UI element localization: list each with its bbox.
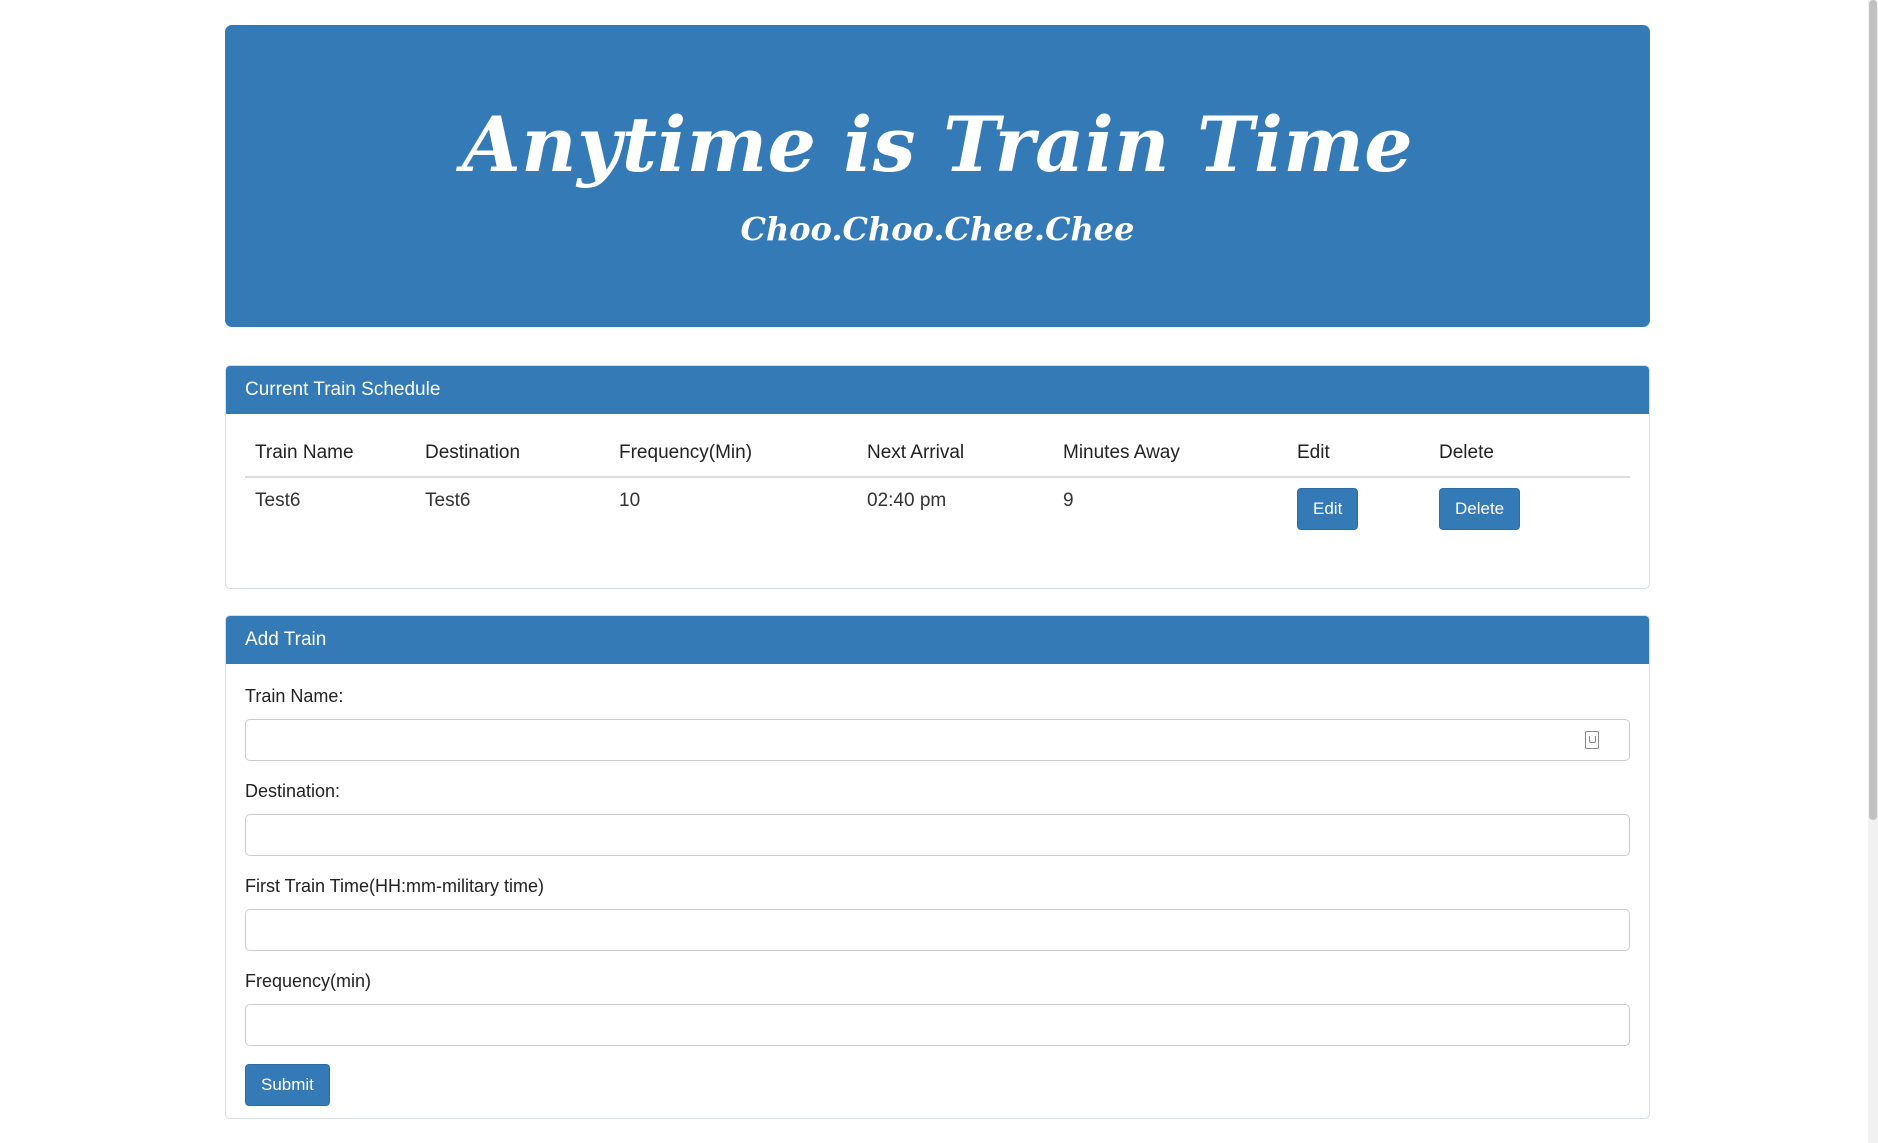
form-group-destination: Destination: bbox=[245, 781, 1630, 856]
schedule-panel-body: Train Name Destination Frequency(Min) Ne… bbox=[226, 430, 1649, 554]
submit-row: Submit bbox=[245, 1064, 1630, 1106]
frequency-label: Frequency(min) bbox=[245, 971, 372, 991]
page: Anytime is Train Time Choo.Choo.Chee.Che… bbox=[0, 0, 1878, 1143]
cell-frequency: 10 bbox=[619, 490, 641, 511]
train-name-input[interactable] bbox=[245, 719, 1630, 761]
scrollbar-thumb[interactable] bbox=[1869, 0, 1877, 820]
schedule-panel-title: Current Train Schedule bbox=[226, 366, 1649, 414]
page-title: Anytime is Train Time bbox=[461, 100, 1414, 189]
table-header-row: Train Name Destination Frequency(Min) Ne… bbox=[245, 430, 1630, 478]
submit-button[interactable]: Submit bbox=[245, 1064, 330, 1106]
header-banner: Anytime is Train Time Choo.Choo.Chee.Che… bbox=[225, 25, 1650, 327]
cell-edit: Edit bbox=[1287, 477, 1429, 554]
page-subtitle: Choo.Choo.Chee.Chee bbox=[740, 210, 1135, 248]
table-row: Test6 Test6 10 02:40 pm 9 Edit Delete bbox=[245, 477, 1630, 554]
frequency-input[interactable] bbox=[245, 1004, 1630, 1046]
edit-button[interactable]: Edit bbox=[1297, 488, 1359, 530]
first-train-time-label: First Train Time(HH:mm-military time) bbox=[245, 876, 544, 896]
add-train-panel: Add Train Train Name: Destination: First… bbox=[225, 615, 1650, 1119]
column-header-frequency: Frequency(Min) bbox=[609, 430, 857, 478]
train-name-label: Train Name: bbox=[245, 686, 344, 706]
cell-delete: Delete bbox=[1429, 477, 1630, 554]
form-group-train-name: Train Name: bbox=[245, 686, 1630, 761]
add-train-panel-title: Add Train bbox=[226, 616, 1649, 664]
first-train-time-input[interactable] bbox=[245, 909, 1630, 951]
delete-button[interactable]: Delete bbox=[1439, 488, 1521, 530]
add-train-form: Train Name: Destination: First Train Tim… bbox=[226, 686, 1649, 1106]
cell-next-arrival: 02:40 pm bbox=[867, 490, 947, 511]
vertical-scrollbar[interactable] bbox=[1868, 0, 1878, 1143]
destination-label: Destination: bbox=[245, 781, 341, 801]
column-header-train-name: Train Name bbox=[245, 430, 415, 478]
column-header-next-arrival: Next Arrival bbox=[857, 430, 1053, 478]
cell-minutes-away: 9 bbox=[1063, 490, 1074, 511]
destination-input[interactable] bbox=[245, 814, 1630, 856]
schedule-panel: Current Train Schedule Train Name Destin… bbox=[225, 365, 1650, 589]
column-header-destination: Destination bbox=[415, 430, 609, 478]
contact-card-icon[interactable] bbox=[1585, 731, 1599, 749]
column-header-delete: Delete bbox=[1429, 430, 1630, 478]
cell-destination: Test6 bbox=[425, 490, 471, 511]
main-container: Anytime is Train Time Choo.Choo.Chee.Che… bbox=[225, 25, 1650, 1119]
form-group-first-train-time: First Train Time(HH:mm-military time) bbox=[245, 876, 1630, 951]
cell-train-name: Test6 bbox=[255, 490, 301, 511]
column-header-edit: Edit bbox=[1287, 430, 1429, 478]
schedule-table: Train Name Destination Frequency(Min) Ne… bbox=[245, 430, 1630, 554]
form-group-frequency: Frequency(min) bbox=[245, 971, 1630, 1046]
column-header-minutes-away: Minutes Away bbox=[1053, 430, 1287, 478]
